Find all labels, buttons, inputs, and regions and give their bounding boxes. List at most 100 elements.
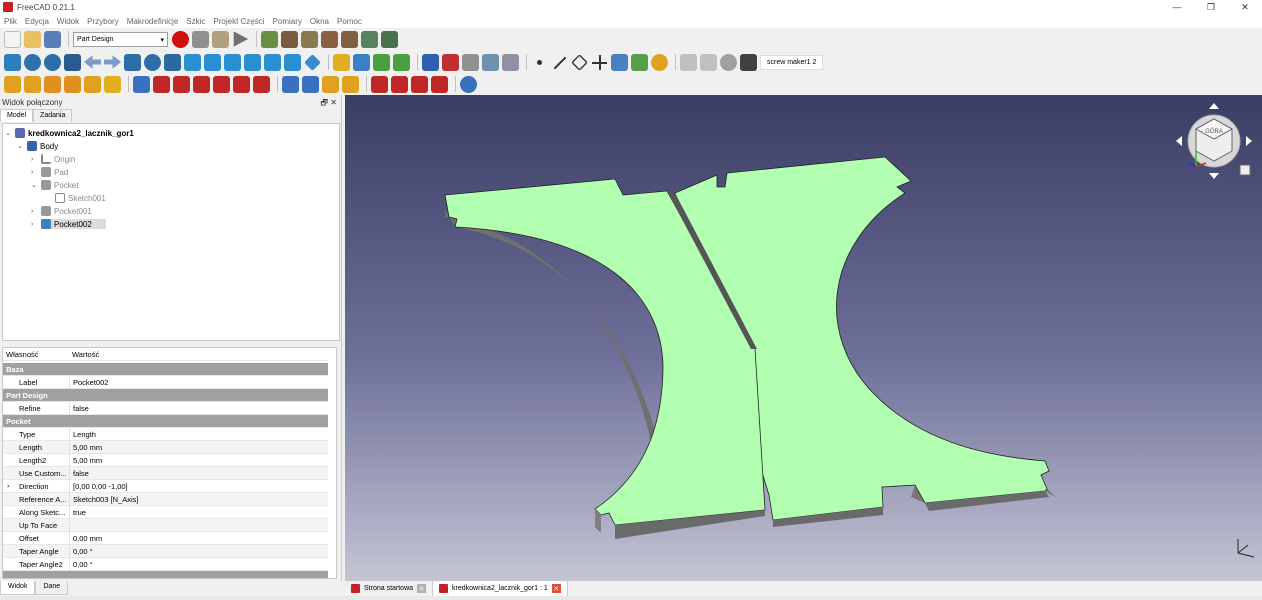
sync-view-icon[interactable] bbox=[124, 53, 141, 71]
prop-up-to-face[interactable]: Up To Face bbox=[3, 518, 328, 532]
navcube-arrow-left-icon[interactable] bbox=[1176, 136, 1182, 146]
menu-edit[interactable]: Edycja bbox=[25, 17, 49, 26]
prop-reference-axis[interactable]: Reference A... Sketch003 [N_Axis] bbox=[3, 492, 328, 506]
macro-list-box[interactable]: screw maker1 2 bbox=[760, 54, 824, 70]
menu-file[interactable]: Plik bbox=[4, 17, 17, 26]
navcube-arrow-up-icon[interactable] bbox=[1209, 103, 1219, 109]
navigation-cube[interactable]: GÓRA bbox=[1174, 101, 1256, 187]
additive-primitive-icon[interactable] bbox=[104, 75, 121, 93]
prop-taper-angle[interactable]: Taper Angle 0,00 ° bbox=[3, 544, 328, 558]
prop-value[interactable]: false bbox=[69, 401, 89, 415]
group-base[interactable]: Baza bbox=[3, 363, 328, 376]
create-sketch-icon[interactable] bbox=[442, 53, 459, 71]
menu-measure[interactable]: Pomiary bbox=[273, 17, 302, 26]
revolution-icon[interactable] bbox=[24, 75, 41, 93]
3d-viewport[interactable]: GÓRA bbox=[345, 95, 1262, 581]
local-coordinate-system-icon[interactable] bbox=[591, 54, 608, 71]
tree-item-pocket[interactable]: ⌄ Pocket bbox=[31, 179, 78, 191]
back-arrow-icon[interactable] bbox=[84, 55, 101, 69]
tab-view[interactable]: Widok bbox=[0, 581, 36, 595]
chevron-right-icon[interactable]: › bbox=[31, 208, 41, 215]
group-pocket[interactable]: Pocket bbox=[3, 415, 328, 428]
navcube-arrow-down-icon[interactable] bbox=[1209, 173, 1219, 179]
prop-value[interactable]: 0,00 ° bbox=[69, 544, 93, 558]
prop-refine[interactable]: Refine false bbox=[3, 401, 328, 415]
additive-icon[interactable] bbox=[631, 53, 648, 71]
part-icon[interactable] bbox=[333, 53, 350, 71]
group-next[interactable] bbox=[3, 571, 328, 578]
tree-item-origin[interactable]: › Origin bbox=[31, 153, 75, 165]
chamfer-icon[interactable] bbox=[391, 75, 408, 93]
prop-value[interactable]: false bbox=[69, 466, 89, 480]
prop-value[interactable]: Pocket002 bbox=[69, 375, 108, 389]
tree-item-document[interactable]: ⌄ kredkownica2_lacznik_gor1 bbox=[5, 127, 134, 139]
draft-icon[interactable] bbox=[411, 75, 428, 93]
undo-icon[interactable] bbox=[680, 53, 697, 71]
chevron-down-icon[interactable]: ⌄ bbox=[5, 129, 15, 137]
doc-tab-start[interactable]: Strona startowa ✕ bbox=[345, 581, 434, 596]
addon-icon[interactable] bbox=[651, 53, 668, 71]
menu-help[interactable]: Pomoc bbox=[337, 17, 362, 26]
washer-icon[interactable] bbox=[321, 30, 338, 48]
new-document-icon[interactable] bbox=[4, 30, 21, 48]
pad-icon[interactable] bbox=[4, 75, 21, 93]
tree-item-sketch[interactable]: Sketch001 bbox=[45, 192, 106, 204]
navcube-arrow-right-icon[interactable] bbox=[1246, 136, 1252, 146]
link-actions-icon[interactable] bbox=[393, 53, 410, 71]
menu-sketch[interactable]: Szkic bbox=[186, 17, 205, 26]
top-view-icon[interactable] bbox=[204, 53, 221, 71]
redo-icon[interactable] bbox=[700, 53, 717, 71]
part-model-svg[interactable] bbox=[345, 95, 1262, 581]
draw-style-icon[interactable] bbox=[44, 53, 61, 71]
group-icon[interactable] bbox=[353, 53, 370, 71]
workbench-selector[interactable]: Part Design ▾ bbox=[73, 31, 168, 47]
groove-icon[interactable] bbox=[173, 75, 190, 93]
fillet-icon[interactable] bbox=[371, 75, 388, 93]
link-icon[interactable] bbox=[373, 53, 390, 71]
prop-value[interactable]: [0,00 0,00 -1,00] bbox=[69, 479, 128, 493]
tab-model[interactable]: Model bbox=[0, 109, 34, 122]
prop-value[interactable]: 0,00 mm bbox=[69, 531, 102, 545]
prop-taper-angle2[interactable]: Taper Angle2 0,00 ° bbox=[3, 557, 328, 571]
additive-helix-icon[interactable] bbox=[84, 75, 101, 93]
minimize-button[interactable]: — bbox=[1160, 0, 1194, 14]
hole-icon[interactable] bbox=[153, 75, 170, 93]
datum-point-icon[interactable] bbox=[531, 54, 548, 71]
prop-offset[interactable]: Offset 0,00 mm bbox=[3, 531, 328, 545]
multitransform-icon[interactable] bbox=[342, 75, 359, 93]
bolt-icon[interactable] bbox=[281, 30, 298, 48]
chevron-right-icon[interactable]: › bbox=[7, 483, 9, 490]
tree-item-pocket002[interactable]: › Pocket002 bbox=[31, 218, 106, 230]
close-tab-icon[interactable]: ✕ bbox=[551, 584, 561, 593]
menu-part-design[interactable]: Projekt Części bbox=[213, 17, 264, 26]
doc-tab-document[interactable]: kredkownica2_lacznik_gor1 : 1 ✕ bbox=[433, 581, 568, 596]
group-part-design[interactable]: Part Design bbox=[3, 389, 328, 402]
chevron-down-icon[interactable]: ⌄ bbox=[17, 142, 27, 150]
stop-macro-icon[interactable] bbox=[192, 30, 209, 48]
menu-windows[interactable]: Okna bbox=[310, 17, 329, 26]
prop-length2[interactable]: Length2 5,00 mm bbox=[3, 453, 328, 467]
forward-arrow-icon[interactable] bbox=[104, 55, 121, 69]
chevron-right-icon[interactable]: › bbox=[31, 221, 41, 228]
fit-selection-icon[interactable] bbox=[24, 53, 41, 71]
prop-value[interactable]: 5,00 mm bbox=[69, 440, 102, 454]
macros-icon[interactable] bbox=[212, 30, 229, 48]
prop-label[interactable]: Label Pocket002 bbox=[3, 375, 328, 389]
chevron-right-icon[interactable]: › bbox=[31, 156, 41, 163]
sub-shape-binder-icon[interactable] bbox=[611, 53, 628, 71]
left-view-icon[interactable] bbox=[284, 53, 301, 71]
prop-value[interactable]: Length bbox=[69, 427, 96, 441]
polar-pattern-icon[interactable] bbox=[322, 75, 339, 93]
create-body-icon[interactable] bbox=[422, 53, 439, 71]
boolean-icon[interactable] bbox=[460, 75, 477, 93]
prop-along-sketch[interactable]: Along Sketc... true bbox=[3, 505, 328, 519]
shape-binder-icon[interactable] bbox=[502, 53, 519, 71]
maximize-button[interactable]: ❐ bbox=[1194, 0, 1228, 14]
datum-plane-icon[interactable] bbox=[571, 53, 588, 71]
refresh-icon[interactable] bbox=[720, 53, 737, 71]
screw-maker-icon[interactable] bbox=[261, 30, 278, 48]
rear-view-icon[interactable] bbox=[244, 53, 261, 71]
tree-item-body[interactable]: ⌄ Body bbox=[17, 140, 58, 152]
prop-type[interactable]: Type Length bbox=[3, 427, 328, 441]
linear-pattern-icon[interactable] bbox=[302, 75, 319, 93]
